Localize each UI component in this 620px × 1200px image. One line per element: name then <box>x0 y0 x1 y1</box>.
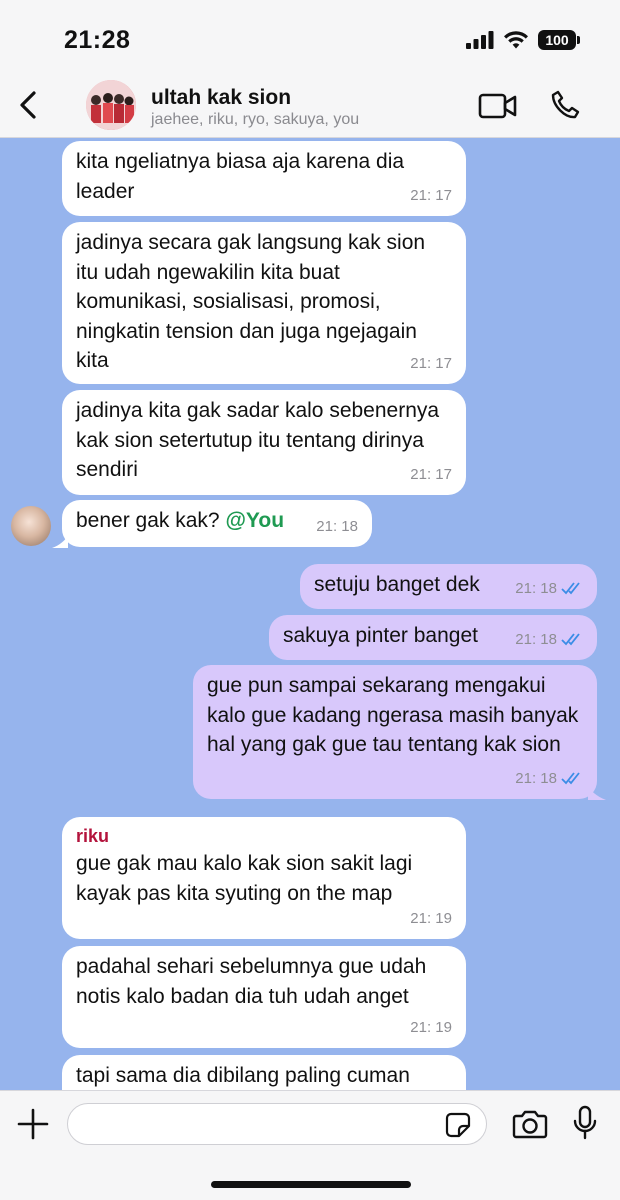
signal-icon <box>466 31 494 49</box>
message-bubble-incoming[interactable]: riku gue gak mau kalo kak sion sakit lag… <box>62 817 466 939</box>
message-text: gue pun sampai sekarang mengakui kalo gu… <box>207 674 579 756</box>
message-time: 21: 18 <box>515 764 583 794</box>
message-bubble-outgoing[interactable]: gue pun sampai sekarang mengakui kalo gu… <box>193 665 597 799</box>
battery-icon: 100 <box>538 30 580 50</box>
message-time: 21: 17 <box>410 354 452 372</box>
message-time: 21: 17 <box>410 186 452 204</box>
voice-call-button[interactable] <box>550 90 580 120</box>
phone-icon <box>551 90 580 119</box>
message-time: 21: 18 <box>316 517 358 535</box>
message-bubble-incoming[interactable]: jadinya secara gak langsung kak sion itu… <box>62 222 466 384</box>
chevron-left-icon <box>20 91 36 119</box>
message-text: jadinya secara gak langsung kak sion itu… <box>76 231 426 372</box>
sender-avatar[interactable] <box>11 506 51 546</box>
sender-name[interactable]: riku <box>76 825 452 847</box>
message-text: jadinya kita gak sadar kalo sebenernya k… <box>76 399 440 481</box>
message-bubble-incoming[interactable]: padahal sehari sebelumnya gue udah notis… <box>62 946 466 1048</box>
message-text: gue gak mau kalo kak sion sakit lagi kay… <box>76 852 413 905</box>
message-time: 21: 18 <box>515 574 583 604</box>
camera-button[interactable] <box>512 1109 548 1139</box>
home-indicator <box>211 1181 411 1188</box>
read-receipt-icon <box>561 582 580 595</box>
chat-title[interactable]: ultah kak sion <box>151 86 291 110</box>
message-time: 21: 19 <box>410 1018 452 1036</box>
status-time: 21:28 <box>64 26 131 54</box>
message-text: tapi sama dia dibilang paling cuman <box>76 1064 410 1087</box>
camera-icon <box>512 1110 548 1139</box>
voice-message-button[interactable] <box>573 1105 597 1141</box>
read-receipt-icon <box>561 772 580 785</box>
read-receipt-icon <box>561 633 580 646</box>
message-time: 21: 17 <box>410 465 452 483</box>
message-list[interactable]: kita ngeliatnya biasa aja karena dia lea… <box>0 139 620 1090</box>
message-bubble-incoming[interactable]: tapi sama dia dibilang paling cuman <box>62 1055 466 1090</box>
message-text: padahal sehari sebelumnya gue udah notis… <box>76 955 427 1008</box>
group-photo <box>86 80 136 130</box>
group-avatar[interactable] <box>86 80 136 130</box>
microphone-icon <box>573 1105 597 1140</box>
add-attachment-button[interactable] <box>16 1107 50 1141</box>
back-button[interactable] <box>8 82 48 128</box>
message-input[interactable] <box>67 1103 487 1145</box>
message-bubble-incoming[interactable]: jadinya kita gak sadar kalo sebenernya k… <box>62 390 466 495</box>
message-text: kita ngeliatnya biasa aja karena dia lea… <box>76 150 405 203</box>
message-bubble-incoming[interactable]: kita ngeliatnya biasa aja karena dia lea… <box>62 141 466 216</box>
bubble-tail <box>52 536 68 548</box>
wifi-icon <box>504 31 528 49</box>
video-call-button[interactable] <box>478 92 518 120</box>
status-icons: 100 <box>466 30 580 50</box>
message-bubble-incoming[interactable]: bener gak kak? @You 21: 18 <box>62 500 372 547</box>
message-time: 21: 19 <box>410 909 452 927</box>
message-bubble-outgoing[interactable]: setuju banget dek 21: 18 <box>300 564 597 609</box>
chat-members: jaehee, riku, ryo, sakuya, you <box>151 111 360 128</box>
message-time: 21: 18 <box>515 625 583 655</box>
bubble-tail <box>588 786 606 800</box>
status-bar: 21:28 100 <box>0 0 620 72</box>
message-bubble-outgoing[interactable]: sakuya pinter banget 21: 18 <box>269 615 597 660</box>
plus-icon <box>17 1108 49 1140</box>
mention-you[interactable]: @You <box>225 509 284 532</box>
sticker-icon <box>445 1112 471 1138</box>
video-call-icon <box>478 93 517 119</box>
sticker-button[interactable] <box>445 1112 471 1138</box>
chat-header: ultah kak sion jaehee, riku, ryo, sakuya… <box>0 72 620 138</box>
